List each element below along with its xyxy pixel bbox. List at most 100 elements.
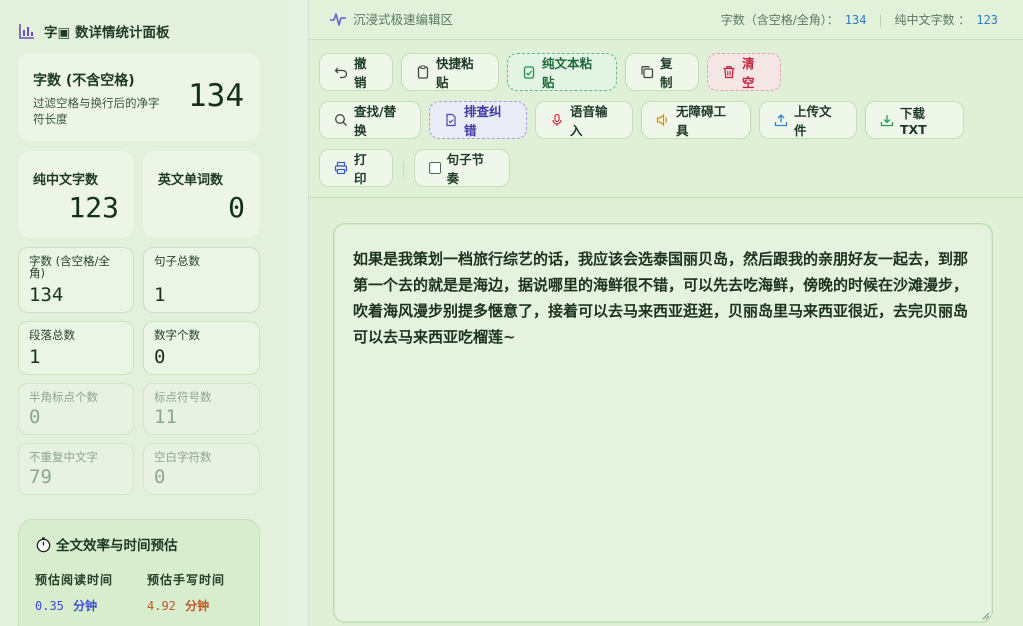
clear-label: 清空 bbox=[742, 56, 755, 90]
undo-button[interactable]: 撤销 bbox=[319, 53, 393, 91]
pulse-icon bbox=[330, 12, 346, 26]
undo-icon bbox=[334, 67, 348, 79]
upload-icon bbox=[774, 114, 788, 127]
clipboard-icon bbox=[417, 65, 429, 79]
upload-file-button[interactable]: 上传文件 bbox=[759, 101, 857, 139]
document-check-icon bbox=[446, 113, 456, 127]
net-char-count-label: 字数 (不含空格) bbox=[33, 73, 135, 89]
editor-title-text: 沉浸式极速编辑区 bbox=[353, 12, 454, 27]
quick-paste-button[interactable]: 快捷粘贴 bbox=[401, 53, 499, 91]
stat-whitespace-count: 空白字符数 0 bbox=[143, 443, 260, 495]
stat-value: 79 bbox=[29, 466, 52, 488]
read-time-value: 0.35 分钟 bbox=[35, 599, 98, 613]
microphone-icon bbox=[552, 113, 562, 126]
stat-label: 数字个数 bbox=[154, 328, 200, 342]
net-char-count-card: 字数 (不含空格) 过滤空格与换行后的净字符长度 134 bbox=[18, 53, 260, 141]
find-replace-button[interactable]: 查找/替换 bbox=[319, 101, 421, 139]
stat-unique-chinese: 不重复中文字 79 bbox=[18, 443, 134, 495]
find-replace-label: 查找/替换 bbox=[354, 104, 397, 138]
editor-toolbar: 撤销 快捷粘贴 纯文本粘贴 复制 清空 查找/替换 排查纠错 语音输入 无障碍工… bbox=[309, 40, 1023, 198]
english-word-card: 英文单词数 0 bbox=[143, 151, 260, 238]
efficiency-title-text: 全文效率与时间预估 bbox=[56, 538, 178, 554]
resize-handle-icon[interactable] bbox=[980, 610, 990, 620]
stat-value: 1 bbox=[29, 346, 41, 368]
stats-sidebar: 字▣ 数详情统计面板 字数 (不含空格) 过滤空格与换行后的净字符长度 134 … bbox=[0, 0, 284, 626]
proofread-button[interactable]: 排查纠错 bbox=[429, 101, 527, 139]
copy-button[interactable]: 复制 bbox=[625, 53, 699, 91]
stat-value: 1 bbox=[154, 284, 166, 306]
stopwatch-icon bbox=[36, 536, 51, 552]
download-icon bbox=[880, 115, 894, 127]
read-time-label: 预估阅读时间 bbox=[35, 573, 114, 587]
english-word-label: 英文单词数 bbox=[158, 173, 224, 188]
editor-panel: 沉浸式极速编辑区 字数（含空格/全角）： 134 | 纯中文字数 ： 123 撤… bbox=[308, 0, 1023, 626]
efficiency-card: 全文效率与时间预估 预估阅读时间 预估手写时间 0.35 分钟 4.92 分钟 bbox=[18, 519, 260, 626]
upload-file-label: 上传文件 bbox=[794, 104, 832, 138]
sentence-rhythm-label: 句子节奏 bbox=[446, 152, 485, 186]
chinese-char-label: 纯中文字数 bbox=[33, 173, 99, 188]
plain-text-paste-button[interactable]: 纯文本粘贴 bbox=[507, 53, 617, 91]
chinese-count-label: 纯中文字数 ： bbox=[894, 13, 971, 27]
stat-value: 0 bbox=[29, 406, 41, 428]
editor-header: 沉浸式极速编辑区 字数（含空格/全角）： 134 | 纯中文字数 ： 123 bbox=[309, 0, 1023, 40]
stat-label: 字数 (含空格/全角) bbox=[29, 254, 111, 280]
accessibility-label: 无障碍工具 bbox=[676, 104, 727, 138]
editor-textarea[interactable]: 如果是我策划一档旅行综艺的话，我应该会选泰国丽贝岛，然后跟我的亲朋好友一起去，到… bbox=[333, 223, 993, 623]
write-time-label: 预估手写时间 bbox=[147, 573, 226, 587]
net-char-count-desc: 过滤空格与换行后的净字符长度 bbox=[33, 96, 160, 126]
copy-label: 复制 bbox=[660, 56, 673, 90]
stat-value: 134 bbox=[29, 284, 64, 306]
printer-icon bbox=[334, 161, 348, 175]
clear-button[interactable]: 清空 bbox=[707, 53, 781, 91]
stat-punct-count: 标点符号数 11 bbox=[143, 383, 260, 435]
stat-label: 半角标点个数 bbox=[29, 390, 98, 404]
chinese-count-value: 123 bbox=[976, 12, 998, 27]
stat-label: 标点符号数 bbox=[154, 390, 212, 404]
copy-icon bbox=[641, 66, 654, 79]
sentence-rhythm-toggle[interactable]: 句子节奏 bbox=[414, 149, 510, 187]
editor-title: 沉浸式极速编辑区 bbox=[329, 9, 453, 28]
stat-label: 段落总数 bbox=[29, 328, 75, 342]
bar-chart-icon bbox=[19, 24, 34, 39]
chinese-char-value: 123 bbox=[68, 191, 119, 224]
clipboard-check-icon bbox=[523, 66, 535, 79]
voice-input-button[interactable]: 语音输入 bbox=[535, 101, 633, 139]
download-txt-button[interactable]: 下载TXT bbox=[865, 101, 964, 139]
print-label: 打印 bbox=[354, 152, 367, 186]
stat-sentence-count: 句子总数 1 bbox=[143, 247, 260, 313]
net-char-count-value: 134 bbox=[188, 78, 244, 114]
voice-input-label: 语音输入 bbox=[570, 104, 608, 138]
speaker-icon bbox=[656, 113, 668, 127]
sidebar-header: 字▣ 数详情统计面板 bbox=[18, 20, 169, 42]
stat-digit-count: 数字个数 0 bbox=[143, 321, 260, 375]
quick-paste-label: 快捷粘贴 bbox=[436, 56, 474, 90]
toolbar-divider bbox=[403, 161, 404, 177]
print-button[interactable]: 打印 bbox=[319, 149, 393, 187]
accessibility-button[interactable]: 无障碍工具 bbox=[641, 101, 751, 139]
editor-text-content: 如果是我策划一档旅行综艺的话，我应该会选泰国丽贝岛，然后跟我的亲朋好友一起去，到… bbox=[353, 250, 969, 346]
stat-label: 不重复中文字 bbox=[29, 450, 98, 464]
trash-icon bbox=[723, 66, 735, 79]
stat-value: 0 bbox=[154, 466, 166, 488]
download-txt-label: 下载TXT bbox=[900, 106, 927, 137]
search-icon bbox=[335, 114, 347, 126]
editor-stats-summary: 字数（含空格/全角）： 134 | 纯中文字数 ： 123 bbox=[721, 11, 998, 28]
plain-text-paste-label: 纯文本粘贴 bbox=[542, 56, 593, 90]
stat-total-with-spaces: 字数 (含空格/全角) 134 bbox=[18, 247, 134, 313]
stats-separator: | bbox=[878, 12, 883, 27]
stat-value: 0 bbox=[154, 346, 166, 368]
stat-halfwidth-punct: 半角标点个数 0 bbox=[18, 383, 134, 435]
english-word-value: 0 bbox=[228, 191, 245, 224]
total-count-value: 134 bbox=[844, 12, 867, 27]
stat-paragraph-count: 段落总数 1 bbox=[18, 321, 134, 375]
efficiency-title: 全文效率与时间预估 bbox=[35, 534, 178, 554]
write-time-value: 4.92 分钟 bbox=[147, 599, 210, 613]
stat-label: 空白字符数 bbox=[154, 450, 212, 464]
stat-value: 11 bbox=[154, 406, 177, 428]
stat-label: 句子总数 bbox=[154, 254, 200, 268]
undo-label: 撤销 bbox=[354, 56, 367, 90]
sentence-rhythm-checkbox[interactable] bbox=[429, 162, 441, 174]
chinese-char-card: 纯中文字数 123 bbox=[18, 151, 134, 238]
proofread-label: 排查纠错 bbox=[464, 104, 502, 138]
sidebar-title: 字▣ 数详情统计面板 bbox=[44, 25, 170, 41]
